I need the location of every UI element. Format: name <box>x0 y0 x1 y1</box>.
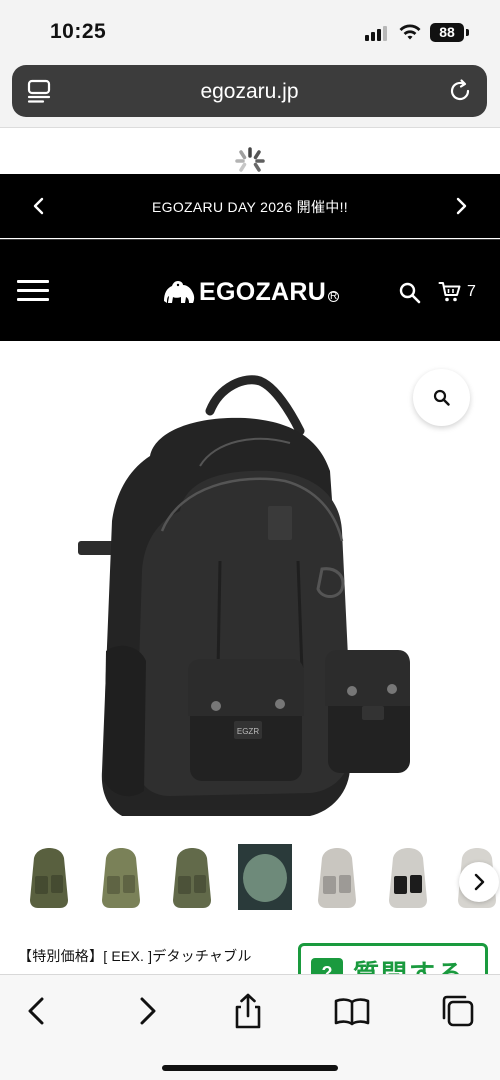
url-text[interactable]: egozaru.jp <box>12 80 487 104</box>
thumbnail-olive-back[interactable] <box>165 844 219 910</box>
ask-question-label: 質問する <box>353 959 466 974</box>
thumbnail-next-button[interactable] <box>459 862 499 902</box>
backpack-icon[interactable]: EGZR <box>70 371 420 816</box>
tabs-icon[interactable] <box>438 991 478 1031</box>
status-bar: 10:25 88 <box>0 0 500 62</box>
battery-tip <box>466 29 469 36</box>
zoom-icon <box>433 389 450 406</box>
menu-icon[interactable] <box>17 280 49 302</box>
ask-question-button[interactable]: ? 質問する <box>298 943 488 974</box>
site-header: EGOZARU R 7 <box>0 239 500 341</box>
thumbnail-gray-black-pockets[interactable] <box>381 844 435 910</box>
bookmarks-icon[interactable] <box>332 991 372 1031</box>
thumbnail-olive-angle[interactable] <box>94 844 148 910</box>
thumbnail-gray-front[interactable] <box>310 844 364 910</box>
zoom-button[interactable] <box>413 369 470 426</box>
cart-icon <box>438 282 461 302</box>
loading-area <box>0 129 500 174</box>
registered-mark: R <box>328 290 340 302</box>
thumbnail-olive-front[interactable] <box>22 844 76 910</box>
reload-icon[interactable] <box>447 78 473 104</box>
browser-header: egozaru.jp <box>0 62 500 128</box>
home-indicator[interactable] <box>162 1065 338 1071</box>
browser-toolbar <box>0 974 500 1080</box>
forward-icon[interactable] <box>126 991 166 1031</box>
thumbnail-strip <box>0 838 500 922</box>
back-icon[interactable] <box>18 991 58 1031</box>
battery-icon: 88 <box>430 23 464 42</box>
address-bar[interactable]: egozaru.jp <box>12 65 487 117</box>
product-title: 【特別価格】[ EEX. ]デタッチャブル <box>18 948 252 964</box>
gorilla-logo-icon <box>164 281 195 303</box>
cart-button[interactable]: 7 <box>438 280 476 304</box>
cellular-signal-icon <box>365 25 389 41</box>
announcement-text[interactable]: EGOZARU DAY 2026 開催中!! <box>0 197 500 217</box>
chevron-right-icon <box>474 873 485 891</box>
wifi-icon <box>399 24 421 40</box>
product-title-row: 【特別価格】[ EEX. ]デタッチャブル ? 質問する <box>0 930 500 974</box>
cart-count: 7 <box>467 283 476 300</box>
logo-text: EGOZARU <box>199 277 327 306</box>
question-mark-icon: ? <box>311 958 343 974</box>
loading-spinner-icon <box>235 147 265 172</box>
chevron-right-icon[interactable] <box>452 196 470 216</box>
backpack-badge-text: EGZR <box>237 727 259 736</box>
announcement-bar: EGOZARU DAY 2026 開催中!! <box>0 174 500 238</box>
product-image-area[interactable]: EGZR <box>0 341 500 831</box>
share-icon[interactable] <box>228 991 268 1031</box>
site-logo[interactable]: EGOZARU R <box>162 277 340 307</box>
search-icon[interactable] <box>398 281 422 305</box>
status-time: 10:25 <box>50 20 107 43</box>
thumbnail-olive-detail[interactable] <box>238 844 292 910</box>
